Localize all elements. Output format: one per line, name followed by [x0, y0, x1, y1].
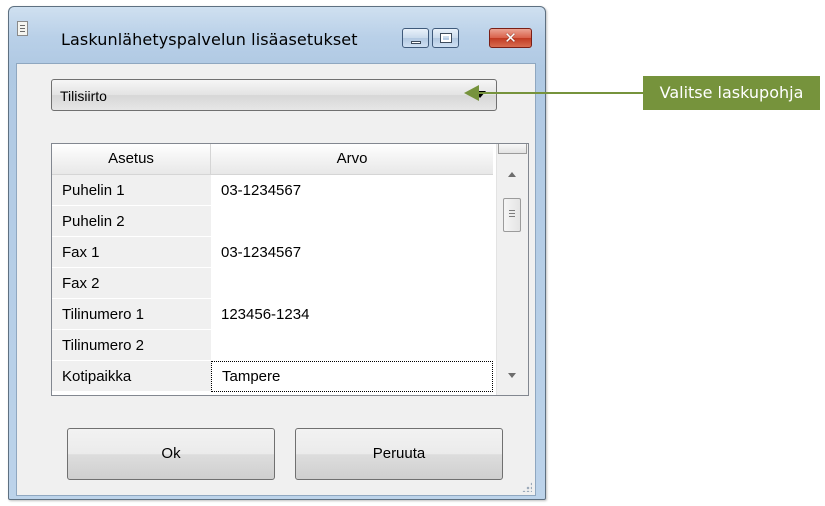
annotation-arrow-line [478, 92, 644, 94]
table-row[interactable]: Fax 2 [52, 268, 493, 299]
scroll-up-icon[interactable] [508, 172, 516, 177]
column-header-setting[interactable]: Asetus [52, 144, 211, 174]
cancel-button[interactable]: Peruuta [295, 428, 503, 480]
vertical-scrollbar[interactable] [496, 144, 528, 395]
ok-button[interactable]: Ok [67, 428, 275, 480]
value-cell[interactable]: 03-1234567 [211, 237, 493, 268]
value-cell[interactable]: 03-1234567 [211, 175, 493, 206]
table-row[interactable]: Puhelin 2 [52, 206, 493, 237]
value-cell[interactable] [211, 330, 493, 361]
grid-header: Asetus Arvo [52, 144, 493, 175]
setting-cell[interactable]: Tilinumero 1 [52, 299, 211, 330]
dropdown-selected-value: Tilisiirto [60, 88, 107, 104]
settings-grid: Asetus Arvo Puhelin 1 03-1234567 Puhelin… [51, 143, 529, 396]
scroll-down-icon[interactable] [508, 373, 516, 378]
table-row[interactable]: Tilinumero 2 [52, 330, 493, 361]
client-area: Tilisiirto Asetus Arvo Puhelin 1 03-1234… [16, 63, 536, 496]
window-content: Tilisiirto Asetus Arvo Puhelin 1 03-1234… [8, 6, 546, 500]
setting-cell[interactable]: Kotipaikka [52, 361, 211, 392]
setting-cell[interactable]: Puhelin 1 [52, 175, 211, 206]
table-row[interactable]: Fax 1 03-1234567 [52, 237, 493, 268]
annotation-callout: Valitse laskupohja [643, 76, 820, 110]
scrollbar-cap [498, 144, 527, 154]
annotation-arrow-icon [464, 85, 479, 101]
scrollbar-thumb[interactable] [503, 198, 521, 232]
value-cell[interactable]: 123456-1234 [211, 299, 493, 330]
column-header-value[interactable]: Arvo [211, 144, 493, 174]
setting-cell[interactable]: Fax 1 [52, 237, 211, 268]
template-dropdown[interactable]: Tilisiirto [51, 79, 497, 111]
setting-cell[interactable]: Fax 2 [52, 268, 211, 299]
table-row[interactable]: Tilinumero 1 123456-1234 [52, 299, 493, 330]
setting-cell[interactable]: Puhelin 2 [52, 206, 211, 237]
value-cell-editing[interactable]: Tampere [211, 361, 493, 392]
resize-grip-icon[interactable] [522, 482, 532, 492]
table-row[interactable]: Kotipaikka Tampere [52, 361, 493, 392]
table-row[interactable]: Puhelin 1 03-1234567 [52, 175, 493, 206]
value-cell[interactable] [211, 268, 493, 299]
value-cell[interactable] [211, 206, 493, 237]
setting-cell[interactable]: Tilinumero 2 [52, 330, 211, 361]
